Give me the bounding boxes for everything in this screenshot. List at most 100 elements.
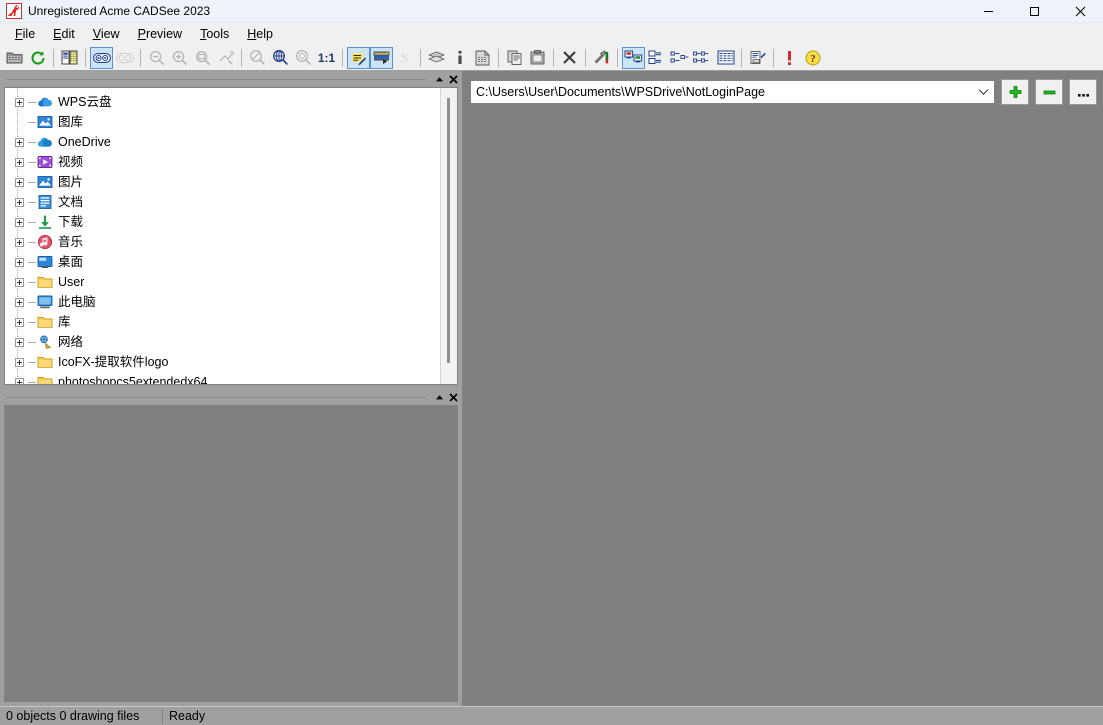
measure-icon[interactable]: [370, 46, 393, 69]
tree-expand-icon[interactable]: [13, 376, 26, 384]
tree-expand-icon[interactable]: [13, 296, 26, 309]
tree-expand-icon[interactable]: [13, 156, 26, 169]
list-view-icon[interactable]: [691, 47, 714, 69]
tree-expand-icon[interactable]: [13, 356, 26, 369]
tree-item[interactable]: IcoFX-提取软件logo: [5, 352, 440, 372]
tree-item-label: 视频: [58, 155, 84, 169]
zoom-actual-size-icon[interactable]: 1:1: [315, 47, 338, 69]
details-view-icon[interactable]: [714, 47, 737, 69]
menu-edit[interactable]: Edit: [44, 25, 84, 44]
help-icon[interactable]: ?: [801, 47, 824, 69]
close-button[interactable]: [1057, 0, 1103, 22]
tree-connector: [28, 95, 36, 109]
maximize-button[interactable]: [1011, 0, 1057, 22]
zoom-extents-icon[interactable]: [269, 47, 292, 69]
tree-item[interactable]: WPS云盘: [5, 92, 440, 112]
zoom-selection-icon[interactable]: [191, 47, 214, 69]
menu-tools[interactable]: Tools: [191, 25, 238, 44]
minimize-button[interactable]: [965, 0, 1011, 22]
refresh-icon[interactable]: [26, 47, 49, 69]
two-page-view-icon[interactable]: [90, 46, 113, 69]
warning-icon[interactable]: [778, 47, 801, 69]
tree-item[interactable]: 桌面: [5, 252, 440, 272]
folder-tree-scrollbar-thumb[interactable]: [447, 98, 450, 363]
tree-item[interactable]: 图库: [5, 112, 440, 132]
folder-tree-close-button[interactable]: [446, 72, 460, 86]
remove-path-button[interactable]: [1035, 79, 1063, 105]
large-icon-view-icon[interactable]: [645, 47, 668, 69]
tree-expand-icon[interactable]: [13, 276, 26, 289]
snap-icon[interactable]: S: [393, 47, 416, 69]
thumbnail-view-icon[interactable]: [622, 46, 645, 69]
page-setup-icon[interactable]: [746, 47, 769, 69]
tree-item[interactable]: 网络: [5, 332, 440, 352]
tree-item[interactable]: OneDrive: [5, 132, 440, 152]
toolbar-separator: [140, 48, 141, 67]
add-path-button[interactable]: [1001, 79, 1029, 105]
folder-tree[interactable]: WPS云盘 图库 OneDrive 视频图片文档 下载 音乐 桌面 User 此电脑库网络 Ico…: [5, 88, 440, 384]
delete-icon[interactable]: [558, 47, 581, 69]
zoom-in-icon[interactable]: [168, 47, 191, 69]
tree-item[interactable]: 音乐: [5, 232, 440, 252]
network-icon: [37, 334, 53, 350]
tree-connector: [28, 115, 36, 129]
folder-icon: [37, 374, 53, 384]
split-view-icon[interactable]: [58, 47, 81, 69]
this-pc-icon: [37, 294, 53, 310]
tree-item[interactable]: photoshopcs5extendedx64: [5, 372, 440, 384]
tree-item[interactable]: 下载: [5, 212, 440, 232]
chevron-down-icon[interactable]: [974, 81, 992, 103]
tree-item[interactable]: 此电脑: [5, 292, 440, 312]
small-icon-view-icon[interactable]: [668, 47, 691, 69]
properties-icon[interactable]: [448, 47, 471, 69]
tree-item[interactable]: 库: [5, 312, 440, 332]
preview-collapse-button[interactable]: [432, 390, 446, 404]
panel-drag-grip[interactable]: [6, 396, 426, 398]
open-folder-icon[interactable]: [3, 47, 26, 69]
menu-file[interactable]: File: [6, 25, 44, 44]
tree-expand-icon[interactable]: [13, 236, 26, 249]
folder-tree-collapse-button[interactable]: [432, 72, 446, 86]
single-page-view-icon[interactable]: [113, 47, 136, 69]
tree-item-label: 图片: [58, 175, 84, 189]
menu-help[interactable]: Help: [238, 25, 282, 44]
tree-expand-icon[interactable]: [13, 336, 26, 349]
batch-convert-icon[interactable]: [471, 47, 494, 69]
tree-item[interactable]: 视频: [5, 152, 440, 172]
zoom-window-icon[interactable]: [214, 47, 237, 69]
tree-expand-icon[interactable]: [13, 216, 26, 229]
tree-item[interactable]: User: [5, 272, 440, 292]
path-combobox[interactable]: C:\Users\User\Documents\WPSDrive\NotLogi…: [470, 80, 995, 104]
tree-expand-icon[interactable]: [13, 96, 26, 109]
tree-connector: [28, 255, 36, 269]
more-paths-button[interactable]: [1069, 79, 1097, 105]
zoom-actual-size-label: 1:1: [317, 50, 336, 65]
tree-expand-icon[interactable]: [13, 196, 26, 209]
folder-icon: [37, 354, 53, 370]
tree-expand-icon[interactable]: [13, 136, 26, 149]
preview-panel: [0, 389, 462, 706]
layers-icon[interactable]: [425, 47, 448, 69]
zoom-out-icon[interactable]: [145, 47, 168, 69]
menu-preview[interactable]: Preview: [129, 25, 191, 44]
preview-canvas[interactable]: [5, 406, 457, 701]
menu-bar: File Edit View Preview Tools Help: [0, 23, 1103, 45]
file-list-area[interactable]: [462, 113, 1103, 706]
tree-item[interactable]: 文档: [5, 192, 440, 212]
desktop-icon: [37, 254, 53, 270]
settings-tools-icon[interactable]: [590, 47, 613, 69]
copy-icon[interactable]: [503, 47, 526, 69]
panel-drag-grip[interactable]: [6, 78, 426, 80]
folder-tree-scrollbar[interactable]: [440, 88, 457, 384]
zoom-scale-icon[interactable]: [292, 47, 315, 69]
tree-expand-icon[interactable]: [13, 316, 26, 329]
tree-item[interactable]: 图片: [5, 172, 440, 192]
paste-icon[interactable]: [526, 47, 549, 69]
quick-print-icon[interactable]: [347, 46, 370, 69]
tree-expand-icon[interactable]: [13, 256, 26, 269]
zoom-previous-icon[interactable]: [246, 47, 269, 69]
tree-expand-icon[interactable]: [13, 176, 26, 189]
tree-item-label: 此电脑: [58, 295, 96, 309]
menu-view[interactable]: View: [84, 25, 129, 44]
preview-close-button[interactable]: [446, 390, 460, 404]
